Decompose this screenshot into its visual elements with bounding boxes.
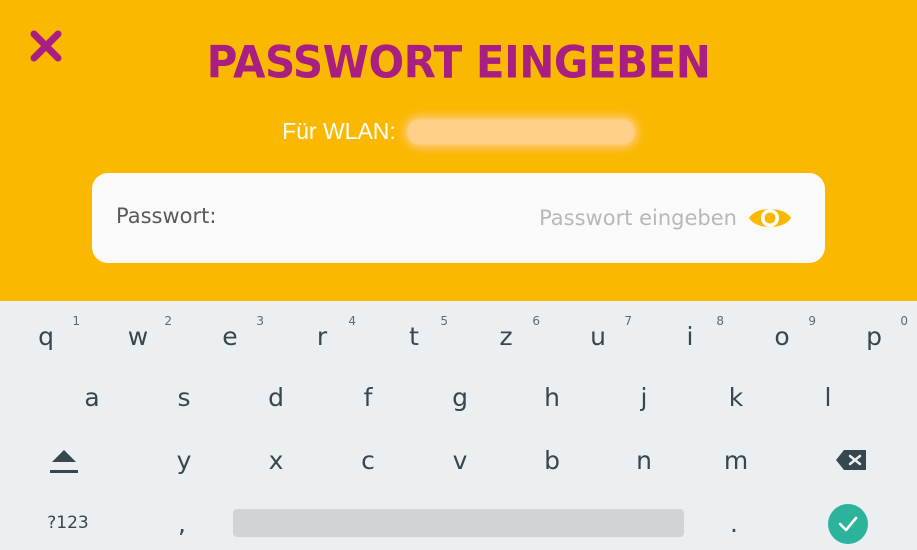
eye-icon	[749, 209, 791, 227]
key-label: e	[222, 321, 238, 351]
comma-key[interactable]: ,	[142, 493, 222, 550]
key-label: p	[866, 321, 882, 351]
key-hint: 0	[900, 314, 908, 328]
key-k[interactable]: k	[696, 367, 776, 427]
wlan-info: Für WLAN:	[0, 118, 917, 148]
key-q[interactable]: q1	[6, 306, 86, 366]
key-g[interactable]: g	[420, 367, 500, 427]
key-label: t	[409, 321, 419, 351]
key-v[interactable]: v	[420, 430, 500, 490]
key-label: c	[361, 445, 375, 475]
key-h[interactable]: h	[512, 367, 592, 427]
page-title: PASSWORT EINGEBEN	[206, 36, 711, 89]
symbols-key-label: ?123	[47, 513, 89, 533]
key-hint: 4	[348, 314, 356, 328]
key-label: j	[640, 382, 648, 412]
checkmark-icon	[838, 516, 858, 532]
period-key-label: .	[730, 508, 738, 538]
key-z[interactable]: z6	[466, 306, 546, 366]
key-label: x	[268, 445, 284, 475]
key-u[interactable]: u7	[558, 306, 638, 366]
key-m[interactable]: m	[696, 430, 776, 490]
key-label: v	[452, 445, 468, 475]
key-b[interactable]: b	[512, 430, 592, 490]
key-label: q	[38, 321, 54, 351]
key-label: z	[499, 321, 513, 351]
wlan-label: Für WLAN:	[282, 118, 396, 144]
key-c[interactable]: c	[328, 430, 408, 490]
key-label: w	[127, 321, 149, 351]
key-hint: 6	[532, 314, 540, 328]
key-p[interactable]: p0	[834, 306, 914, 366]
key-label: s	[177, 382, 191, 412]
key-s[interactable]: s	[144, 367, 224, 427]
comma-key-label: ,	[178, 508, 186, 538]
key-y[interactable]: y	[144, 430, 224, 490]
key-label: n	[636, 445, 652, 475]
key-label: k	[728, 382, 744, 412]
key-i[interactable]: i8	[650, 306, 730, 366]
key-e[interactable]: e3	[190, 306, 270, 366]
backspace-icon	[836, 450, 866, 470]
key-x[interactable]: x	[236, 430, 316, 490]
key-hint: 7	[624, 314, 632, 328]
key-label: l	[824, 382, 832, 412]
key-r[interactable]: r4	[282, 306, 362, 366]
key-label: o	[774, 321, 790, 351]
header: PASSWORT EINGEBEN Für WLAN: Passwort:	[0, 0, 917, 301]
key-label: d	[268, 382, 284, 412]
key-j[interactable]: j	[604, 367, 684, 427]
password-label: Passwort:	[116, 204, 217, 228]
key-label: y	[176, 445, 192, 475]
shift-key[interactable]	[24, 430, 104, 490]
space-bar[interactable]	[233, 509, 684, 537]
key-label: i	[686, 321, 694, 351]
key-f[interactable]: f	[328, 367, 408, 427]
shift-icon	[50, 450, 78, 473]
symbols-key[interactable]: ?123	[28, 493, 108, 550]
key-hint: 1	[72, 314, 80, 328]
key-label: g	[452, 382, 468, 412]
key-a[interactable]: a	[52, 367, 132, 427]
enter-button[interactable]	[828, 504, 868, 544]
key-l[interactable]: l	[788, 367, 868, 427]
key-hint: 5	[440, 314, 448, 328]
key-hint: 8	[716, 314, 724, 328]
period-key[interactable]: .	[694, 493, 774, 550]
key-label: h	[544, 382, 560, 412]
password-card: Passwort:	[92, 173, 825, 263]
key-w[interactable]: w2	[98, 306, 178, 366]
key-hint: 2	[164, 314, 172, 328]
key-hint: 3	[256, 314, 264, 328]
key-label: f	[363, 382, 373, 412]
key-d[interactable]: d	[236, 367, 316, 427]
key-label: b	[544, 445, 560, 475]
wlan-ssid-redacted	[406, 118, 635, 145]
key-label: m	[723, 445, 749, 475]
key-o[interactable]: o9	[742, 306, 822, 366]
key-n[interactable]: n	[604, 430, 684, 490]
show-password-button[interactable]	[746, 200, 794, 236]
password-input[interactable]	[392, 199, 737, 237]
key-label: u	[590, 321, 606, 351]
backspace-key[interactable]	[812, 430, 892, 490]
key-label: r	[316, 321, 328, 351]
key-t[interactable]: t5	[374, 306, 454, 366]
key-label: a	[84, 382, 100, 412]
key-hint: 9	[808, 314, 816, 328]
